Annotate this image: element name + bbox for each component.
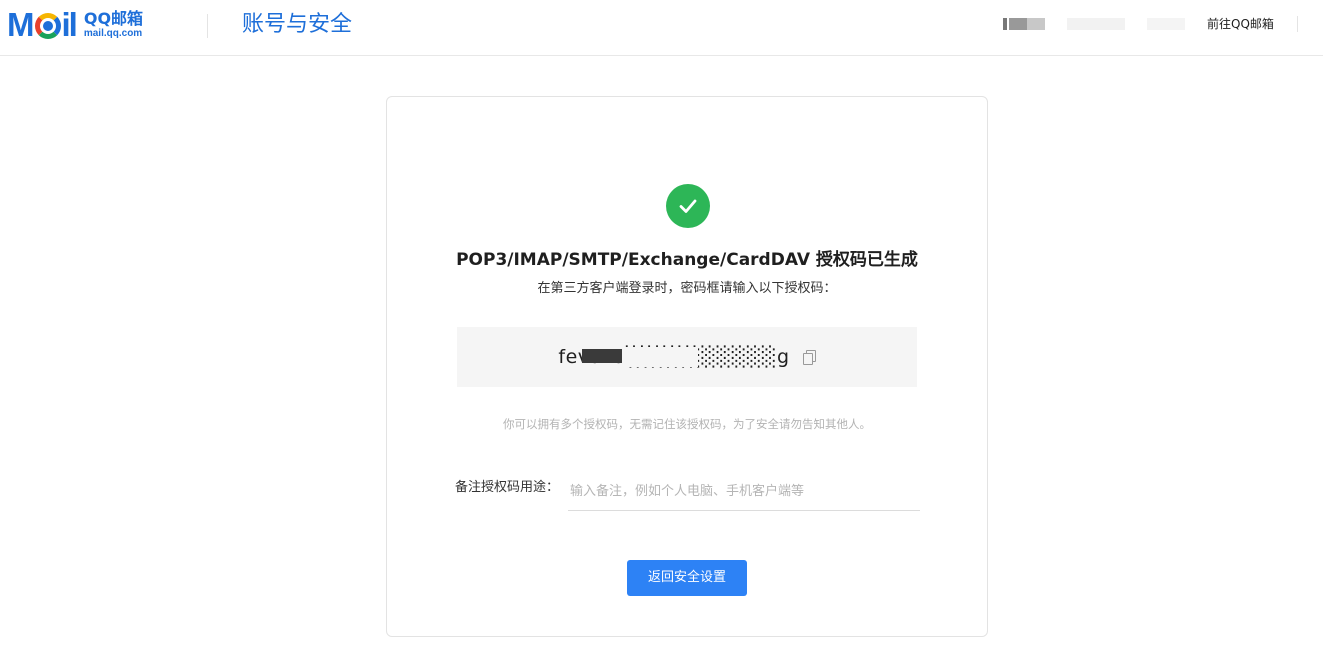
qq-mail-logo[interactable]: M i l QQ邮箱 mail.qq.com <box>7 6 143 43</box>
copy-icon[interactable] <box>802 350 816 365</box>
logo-cn-name: QQ邮箱 <box>83 9 144 28</box>
mail-logo-mark: M i l <box>7 6 78 43</box>
logo-domain: mail.qq.com <box>83 28 143 39</box>
redacted-block <box>1147 18 1185 30</box>
header-divider <box>207 14 208 38</box>
check-circle-icon <box>666 184 710 228</box>
page-title: 账号与安全 <box>242 12 353 37</box>
redacted-block <box>1009 18 1027 30</box>
user-account-redacted[interactable] <box>1003 14 1185 34</box>
success-title: POP3/IMAP/SMTP/Exchange/CardDAV 授权码已生成 <box>456 250 918 270</box>
top-bar: M i l QQ邮箱 mail.qq.com 账号与安全 前往QQ邮箱 <box>0 0 1323 56</box>
auth-code-box: fevuxa░░░░░░░░░░g <box>457 327 917 387</box>
back-to-security-button[interactable]: 返回安全设置 <box>627 560 747 596</box>
goto-qq-mail-link[interactable]: 前往QQ邮箱 <box>1207 16 1274 32</box>
redacted-block <box>1027 18 1045 30</box>
header-edge-divider <box>1297 16 1298 32</box>
redacted-block <box>582 349 623 363</box>
redacted-block <box>622 347 699 367</box>
success-subtitle: 在第三方客户端登录时，密码框请输入以下授权码： <box>537 281 837 296</box>
auth-code-value[interactable]: fevuxa░░░░░░░░░░g <box>558 345 789 369</box>
check-icon <box>679 199 697 213</box>
logo-text: QQ邮箱 mail.qq.com <box>84 10 143 40</box>
redacted-block <box>1067 18 1125 30</box>
auth-code-hint: 你可以拥有多个授权码，无需记住该授权码，为了安全请勿告知其他人。 <box>503 417 871 431</box>
redacted-block <box>1003 18 1007 30</box>
auth-code-card: POP3/IMAP/SMTP/Exchange/CardDAV 授权码已生成 在… <box>386 96 988 637</box>
note-label: 备注授权码用途： <box>455 480 560 495</box>
note-input[interactable] <box>568 473 920 511</box>
